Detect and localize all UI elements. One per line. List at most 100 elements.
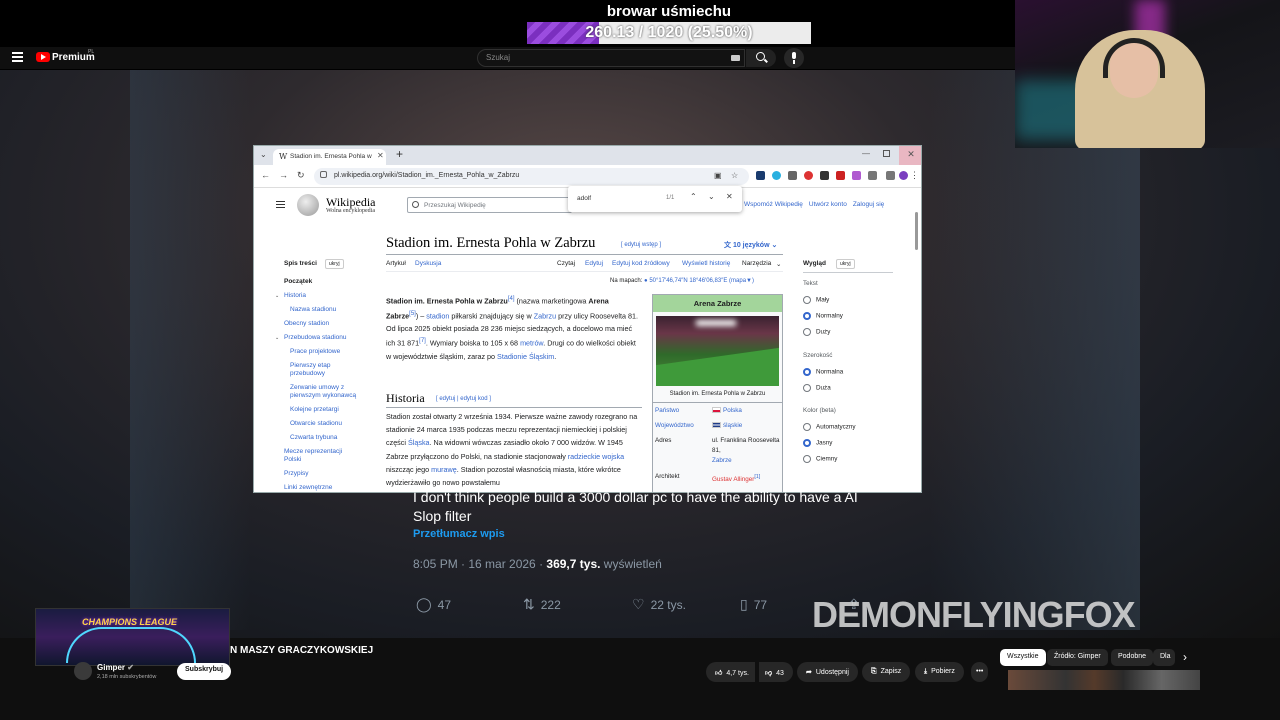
color-option[interactable]: Ciemny (803, 455, 837, 463)
donate-link[interactable]: Wspomóż Wikipedię (744, 201, 803, 208)
site-info-icon[interactable] (320, 171, 327, 178)
radio-button-selected[interactable] (803, 368, 811, 376)
toc-item[interactable]: Linki zewnętrzne (284, 484, 364, 492)
radio-button[interactable] (803, 328, 811, 336)
recommended-video-thumbnails[interactable] (1008, 670, 1200, 690)
reference-link[interactable]: [5] (409, 311, 416, 317)
edit-intro-link[interactable]: [ edytuj wstęp ] (621, 242, 661, 248)
infobox-label[interactable]: Państwo (655, 407, 679, 414)
find-query-input[interactable]: adolf (577, 195, 591, 202)
width-option[interactable]: Duża (803, 384, 831, 392)
profile-avatar-icon[interactable] (899, 171, 908, 180)
text-size-option[interactable]: Duży (803, 328, 830, 336)
media-controls-icon[interactable] (886, 171, 895, 180)
more-actions-button[interactable]: ••• (971, 662, 989, 682)
coordinates-value[interactable]: 50°17′46,74″N 18°46′06,83″E (649, 278, 727, 284)
reference-link[interactable]: [1] (754, 474, 760, 480)
login-link[interactable]: Zaloguj się (853, 201, 884, 208)
toc-collapse-chevron-icon[interactable]: ⌄ (275, 293, 279, 299)
reload-icon[interactable]: ↻ (297, 170, 305, 181)
create-account-link[interactable]: Utwórz konto (809, 201, 847, 208)
url-omnibox[interactable]: pl.wikipedia.org/wiki/Stadion_im._Ernest… (314, 168, 749, 185)
tab-close-icon[interactable]: ✕ (377, 151, 384, 160)
extension-icon-2[interactable] (772, 171, 781, 180)
youtube-search-input[interactable]: Szukaj (477, 49, 745, 67)
forward-arrow-icon[interactable]: → (279, 170, 288, 180)
window-maximize-icon[interactable] (883, 150, 890, 157)
tab-search-chevron-icon[interactable]: ⌄ (260, 150, 267, 159)
extension-icon-4[interactable] (804, 171, 813, 180)
link-zabrze[interactable]: Zabrzu (534, 311, 556, 320)
extensions-puzzle-icon[interactable] (868, 171, 877, 180)
chip-source[interactable]: Źródło: Gimper (1047, 649, 1108, 666)
wikipedia-globe-logo[interactable] (297, 194, 319, 216)
color-option[interactable]: Jasny (803, 439, 832, 447)
link-metrow[interactable]: metrów (520, 339, 543, 348)
chip-for-you[interactable]: Dla (1153, 649, 1175, 666)
reference-link[interactable]: [7] (419, 338, 426, 344)
tab-discussion[interactable]: Dyskusja (415, 260, 441, 267)
toc-item[interactable]: Początek (284, 278, 364, 286)
channel-name[interactable]: Gimper ✔ (97, 663, 134, 672)
keyboard-icon[interactable] (731, 55, 740, 61)
repost-button[interactable]: ⇅ 222 (523, 596, 561, 613)
extension-icon-5[interactable] (820, 171, 829, 180)
section-edit-link[interactable]: [ edytuj | edytuj kod ] (436, 396, 491, 402)
toc-item[interactable]: Przebudowa stadionu (284, 334, 364, 342)
extension-icon-6[interactable] (836, 171, 845, 180)
chip-related[interactable]: Podobne (1111, 649, 1154, 666)
bookmark-star-icon[interactable]: ☆ (731, 171, 738, 180)
new-tab-plus-icon[interactable]: + (396, 147, 403, 161)
tab-read[interactable]: Czytaj (557, 260, 575, 267)
like-button[interactable]: ♡ 22 tys. (632, 596, 686, 613)
chips-next-chevron-icon[interactable]: › (1183, 650, 1187, 664)
find-next-chevron-icon[interactable]: ⌄ (708, 192, 715, 201)
toc-item[interactable]: Obecny stadion (284, 320, 364, 328)
like-video-button[interactable]: 👍︎ 4,7 tys. (706, 662, 755, 682)
window-minimize-icon[interactable]: — (862, 149, 870, 158)
radio-button[interactable] (803, 455, 811, 463)
toc-item[interactable]: Przypisy (284, 470, 364, 478)
text-size-option[interactable]: Normalny (803, 312, 843, 320)
browser-tab-active[interactable]: W Stadion im. Ernesta Pohla w Zabrzu ✕ (273, 149, 386, 165)
back-arrow-icon[interactable]: ← (261, 170, 270, 180)
translate-page-icon[interactable]: ▣ (714, 171, 722, 180)
toc-hide-button[interactable]: ukryj (325, 259, 344, 269)
voice-search-mic-icon[interactable] (784, 48, 804, 68)
tab-edit-source[interactable]: Edytuj kod źródłowy (612, 260, 670, 267)
text-size-option[interactable]: Mały (803, 296, 829, 304)
toc-item[interactable]: Zerwanie umowy z pierwszym wykonawcą (290, 384, 362, 400)
channel-avatar[interactable] (74, 662, 92, 680)
toc-collapse-chevron-icon[interactable]: ⌄ (275, 335, 279, 341)
extension-icon-3[interactable] (788, 171, 797, 180)
youtube-logo-icon[interactable] (36, 52, 50, 62)
subscribe-button[interactable]: Subskrybuj (177, 663, 232, 680)
toc-item[interactable]: Czwarta trybuna (290, 434, 370, 442)
infobox-label[interactable]: Województwo (655, 422, 694, 429)
translate-post-link[interactable]: Przetłumacz wpis (413, 528, 505, 540)
width-option[interactable]: Normalna (803, 368, 843, 376)
radio-button-selected[interactable] (803, 312, 811, 320)
wikipedia-search-input[interactable]: Przeszukaj Wikipedię (407, 197, 572, 213)
color-option[interactable]: Automatyczny (803, 423, 856, 431)
main-menu-icon[interactable] (276, 201, 285, 208)
find-previous-chevron-icon[interactable]: ⌃ (690, 192, 697, 201)
link-radzieckie-wojska[interactable]: radzieckie wojska (568, 452, 624, 461)
share-video-button[interactable]: ➦ Udostępnij (797, 662, 858, 682)
search-button[interactable] (746, 49, 776, 67)
stadium-photo[interactable] (656, 316, 779, 386)
tab-article[interactable]: Artykuł (386, 260, 406, 267)
infobox-value-link[interactable]: śląskie (723, 422, 742, 429)
tab-edit[interactable]: Edytuj (585, 260, 603, 267)
radio-button-selected[interactable] (803, 439, 811, 447)
hamburger-menu-icon[interactable] (12, 52, 23, 62)
appearance-hide-button[interactable]: ukryj (836, 259, 855, 269)
toc-item[interactable]: Kolejne przetargi (290, 406, 370, 414)
toc-item[interactable]: Nazwa stadionu (290, 306, 370, 314)
download-video-button[interactable]: ⤓ Pobierz (915, 662, 964, 682)
page-scrollbar[interactable] (915, 212, 918, 250)
extension-icon-7[interactable] (852, 171, 861, 180)
tools-menu[interactable]: Narzędzia (742, 260, 771, 267)
extension-icon-1[interactable] (756, 171, 765, 180)
toc-item[interactable]: Otwarcie stadionu (290, 420, 370, 428)
